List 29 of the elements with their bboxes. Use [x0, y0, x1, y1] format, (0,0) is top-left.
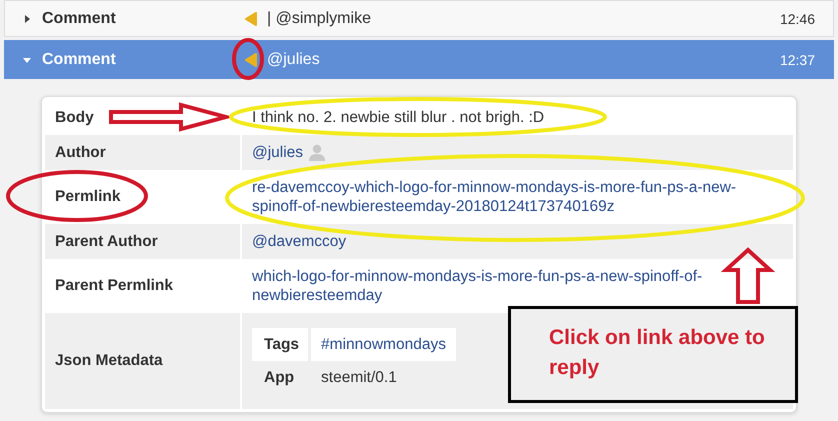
field-label: Author: [55, 144, 106, 162]
triangle-icon: [245, 12, 257, 26]
user-icon: [309, 144, 326, 161]
tag-link[interactable]: #minnowmondays: [311, 328, 456, 361]
metadata-value: steemit/0.1: [320, 368, 398, 388]
highlight-ellipse: [232, 38, 264, 80]
field-label: Body: [55, 108, 94, 126]
field-label: Permlink: [55, 188, 120, 206]
comment-label: Comment: [42, 50, 117, 68]
field-label: Parent Permlink: [55, 277, 174, 295]
metadata-key: Tags: [252, 328, 308, 361]
field-label: Parent Author: [55, 232, 158, 250]
triangle-icon: [245, 52, 257, 66]
permlink-link[interactable]: which-logo-for-minnow-mondays-is-more-fun-ps-a-new-spinoff-of-newbieresteemday: [252, 267, 783, 305]
comment-time: 12:46: [780, 10, 815, 26]
up-arrow: [720, 247, 776, 304]
callout-note: Click on link above to reply: [508, 306, 798, 403]
metadata-key: App: [252, 361, 312, 394]
author-link[interactable]: @julies: [252, 143, 304, 162]
caret-down-icon: [23, 56, 31, 64]
permlink-link[interactable]: re-davemccoy-which-logo-for-minnow-mondays-is-more-fun-ps-a-new-spinoff-of-newbieresteemday-20180124t173740169z: [252, 178, 783, 216]
comment-label: Comment: [42, 10, 117, 28]
comment-author[interactable]: | @simplymike: [267, 10, 780, 28]
caret-right-icon: [23, 14, 31, 22]
comment-row[interactable]: Comment | @simplymike 12:46: [4, 0, 834, 37]
field-label: Json Metadata: [55, 352, 163, 370]
comment-time: 12:37: [780, 52, 815, 68]
body-text: I think no. 2. newbie still blur . not brigh. :D: [252, 108, 544, 127]
permlink-link[interactable]: @davemccoy: [252, 232, 346, 251]
